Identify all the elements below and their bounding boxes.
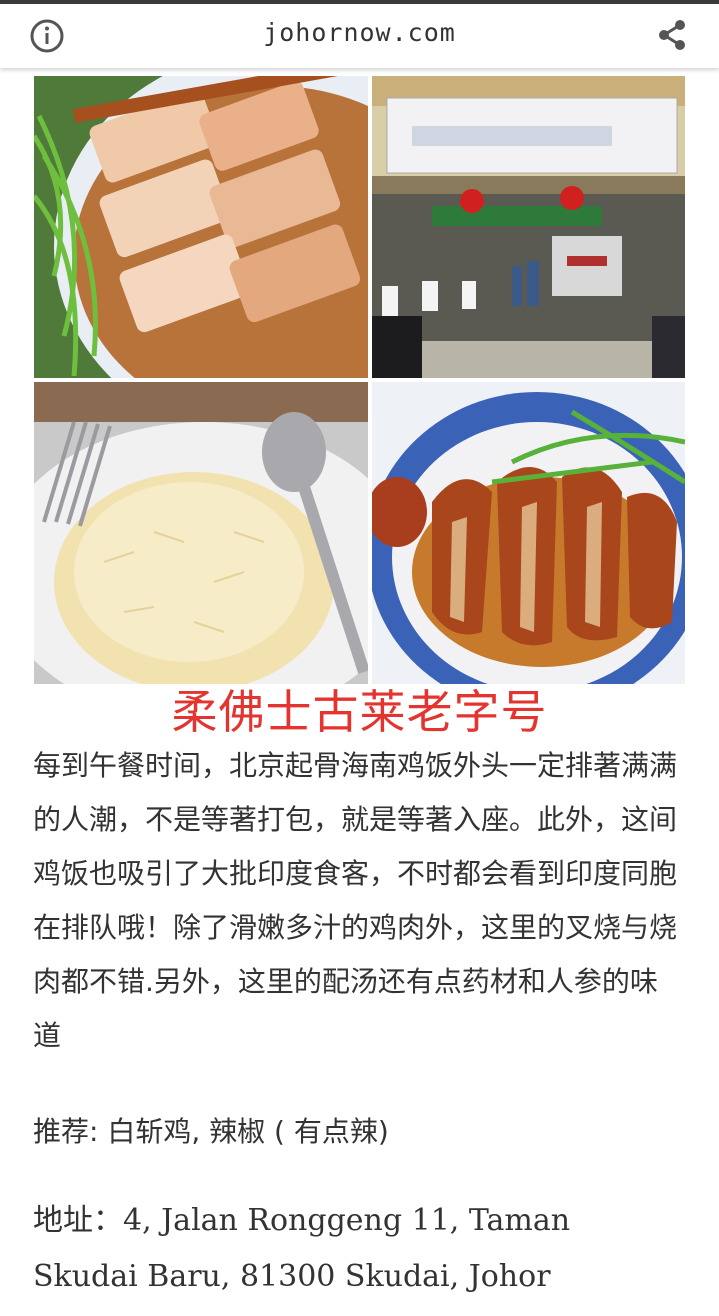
site-title: johornow.com bbox=[263, 18, 456, 47]
photo-collage bbox=[34, 76, 685, 684]
restaurant-storefront-photo bbox=[372, 76, 685, 378]
address-text: 地址：4, Jalan Ronggeng 11, Taman Skudai Ba… bbox=[33, 1203, 571, 1294]
article-headline: 柔佛士古莱老字号 bbox=[171, 685, 548, 739]
article-description: 每到午餐时间，北京起骨海南鸡饭外头一定排著满满的人潮，不是等著打包，就是等著入座… bbox=[33, 749, 678, 1052]
soy-sauce-chicken-photo bbox=[372, 382, 685, 684]
roast-pork-photo bbox=[34, 76, 368, 378]
share-icon[interactable] bbox=[655, 18, 689, 52]
top-app-bar: johornow.com bbox=[0, 0, 719, 68]
chicken-rice-photo bbox=[34, 382, 368, 684]
recommendation-text: 推荐: 白斩鸡, 辣椒 ( 有点辣) bbox=[33, 1115, 389, 1148]
